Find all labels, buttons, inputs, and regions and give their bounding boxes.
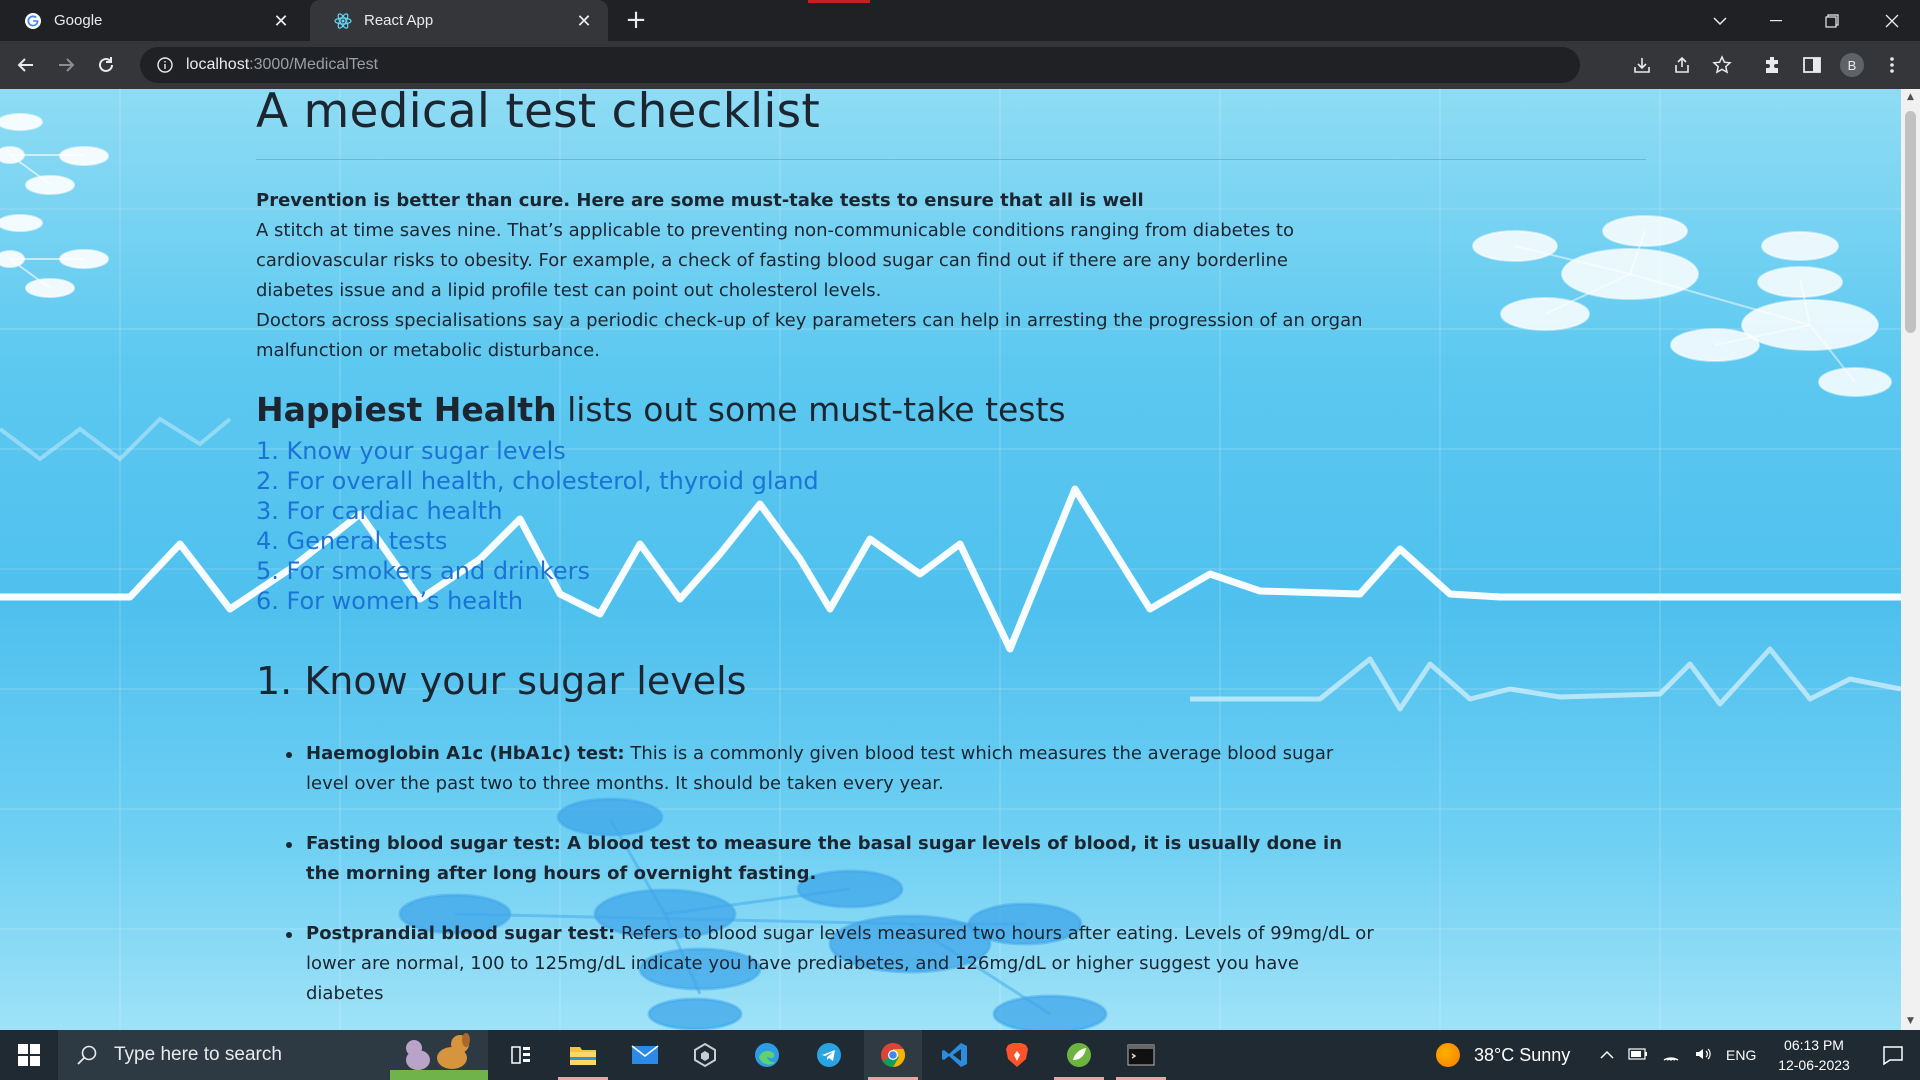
toc-link-general-tests[interactable]: 4. General tests	[256, 526, 1646, 556]
tests-list-heading: Happiest Health lists out some must-take…	[256, 390, 1066, 429]
reload-button[interactable]	[90, 49, 122, 81]
weather-text: 38°C Sunny	[1474, 1044, 1571, 1065]
close-window-button[interactable]	[1864, 0, 1920, 41]
wifi-icon[interactable]	[1662, 1046, 1680, 1065]
scroll-down-arrow-icon[interactable]: ▼	[1901, 1013, 1920, 1030]
page-title: A medical test checklist	[256, 89, 820, 139]
system-tray: ENG	[1600, 1030, 1756, 1080]
telegram-icon[interactable]	[800, 1030, 858, 1080]
minimize-button[interactable]	[1748, 0, 1804, 41]
toc-link-smokers-drinkers[interactable]: 5. For smokers and drinkers	[256, 556, 1646, 586]
language-indicator[interactable]: ENG	[1726, 1047, 1756, 1063]
back-button[interactable]	[10, 49, 42, 81]
terminal-icon[interactable]	[1112, 1030, 1170, 1080]
toc-link-sugar-levels[interactable]: 1. Know your sugar levels	[256, 436, 1646, 466]
page-viewport: A medical test checklist Prevention is b…	[0, 89, 1901, 1030]
brave-browser-icon[interactable]	[988, 1030, 1046, 1080]
address-bar[interactable]: localhost:3000/MedicalTest	[140, 47, 1580, 83]
clock-date: 12-06-2023	[1778, 1057, 1850, 1073]
windows-taskbar: Type here to search 38°C Sunny ENG 06:13…	[0, 1030, 1920, 1080]
tab-indicator	[808, 0, 870, 3]
vscode-icon[interactable]	[926, 1030, 984, 1080]
browser-tab-strip: Google ✕ React App ✕ +	[0, 0, 1920, 41]
tab-search-icon[interactable]	[1692, 0, 1748, 41]
search-icon	[76, 1044, 98, 1066]
notifications-icon[interactable]	[1866, 1030, 1920, 1080]
menu-kebab-icon[interactable]	[1880, 53, 1904, 77]
intro-paragraph-1: A stitch at time saves nine. That’s appl…	[256, 220, 1294, 301]
title-divider	[256, 159, 1646, 160]
battery-icon[interactable]	[1628, 1047, 1648, 1063]
file-explorer-icon[interactable]	[554, 1030, 612, 1080]
scroll-up-arrow-icon[interactable]: ▲	[1901, 89, 1920, 106]
sugar-tests-list: Haemoglobin A1c (HbA1c) test: This is a …	[286, 739, 1646, 1009]
share-icon[interactable]	[1670, 53, 1694, 77]
profile-avatar[interactable]: B	[1840, 53, 1864, 77]
page-scrollbar[interactable]: ▲ ▼	[1901, 89, 1920, 1030]
search-placeholder: Type here to search	[114, 1044, 282, 1065]
intro-heading: Prevention is better than cure. Here are…	[256, 190, 1144, 211]
mail-icon[interactable]	[616, 1030, 674, 1080]
tab-react-app[interactable]: React App ✕	[310, 0, 608, 41]
list-item: Haemoglobin A1c (HbA1c) test: This is a …	[286, 739, 1381, 799]
extensions-icon[interactable]	[1760, 53, 1784, 77]
chrome-icon[interactable]	[864, 1030, 922, 1080]
site-info-icon[interactable]	[156, 56, 174, 74]
close-tab-icon[interactable]: ✕	[271, 11, 291, 31]
react-icon	[334, 12, 352, 30]
intro-section: Prevention is better than cure. Here are…	[256, 186, 1366, 366]
spring-tool-icon[interactable]	[1050, 1030, 1108, 1080]
side-panel-icon[interactable]	[1800, 53, 1824, 77]
forward-button[interactable]	[50, 49, 82, 81]
url-text: localhost:3000/MedicalTest	[186, 56, 379, 73]
list-item: Fasting blood sugar test: A blood test t…	[286, 829, 1381, 889]
section-title-sugar-levels: 1. Know your sugar levels	[256, 659, 747, 703]
search-highlight-illustration	[390, 1032, 488, 1080]
list-item: Postprandial blood sugar test: Refers to…	[286, 919, 1381, 1009]
weather-widget[interactable]: 38°C Sunny	[1436, 1030, 1570, 1080]
toc-link-overall-health[interactable]: 2. For overall health, cholesterol, thyr…	[256, 466, 1646, 496]
new-tab-button[interactable]: +	[622, 6, 650, 34]
volume-icon[interactable]	[1694, 1046, 1712, 1065]
install-app-icon[interactable]	[1630, 53, 1654, 77]
bookmark-star-icon[interactable]	[1710, 53, 1734, 77]
tab-title: React App	[364, 12, 434, 29]
taskbar-clock[interactable]: 06:13 PM 12-06-2023	[1764, 1035, 1864, 1075]
restore-button[interactable]	[1804, 0, 1860, 41]
task-view-icon[interactable]	[492, 1030, 550, 1080]
browser-toolbar: localhost:3000/MedicalTest B	[0, 41, 1920, 89]
toc-link-cardiac-health[interactable]: 3. For cardiac health	[256, 496, 1646, 526]
unity-hub-icon[interactable]	[676, 1030, 734, 1080]
tab-google[interactable]: Google ✕	[0, 0, 305, 41]
clock-time: 06:13 PM	[1784, 1037, 1844, 1053]
windows-start-button[interactable]	[0, 1030, 58, 1080]
toc-link-womens-health[interactable]: 6. For women’s health	[256, 586, 1646, 616]
main-content: A medical test checklist Prevention is b…	[256, 89, 1646, 1030]
close-tab-icon[interactable]: ✕	[574, 11, 594, 31]
google-icon	[24, 12, 42, 30]
sun-icon	[1436, 1043, 1460, 1067]
tab-title: Google	[54, 12, 103, 29]
scroll-thumb[interactable]	[1905, 111, 1916, 333]
edge-browser-icon[interactable]	[738, 1030, 796, 1080]
table-of-contents: 1. Know your sugar levels 2. For overall…	[256, 436, 1646, 616]
show-hidden-icons-chevron-icon[interactable]	[1600, 1047, 1614, 1063]
intro-paragraph-2: Doctors across specialisations say a per…	[256, 310, 1363, 361]
